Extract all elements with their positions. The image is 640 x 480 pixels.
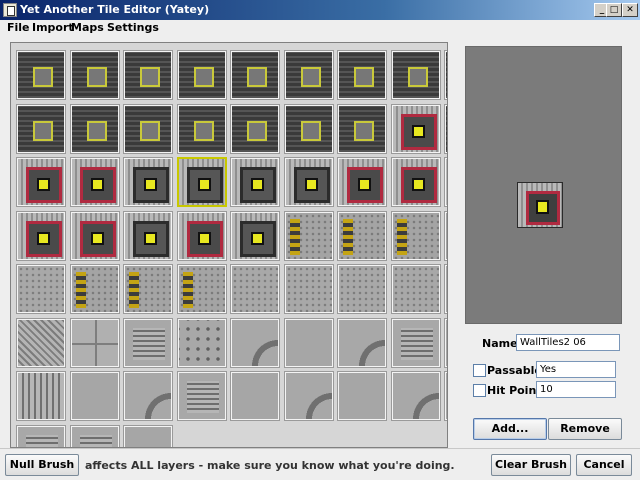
- tile[interactable]: [16, 157, 66, 207]
- tile[interactable]: [16, 211, 66, 261]
- tile[interactable]: [70, 425, 120, 447]
- tile[interactable]: [284, 318, 334, 368]
- tile[interactable]: [16, 318, 66, 368]
- menu-file[interactable]: File: [7, 21, 30, 34]
- tile[interactable]: [230, 50, 280, 100]
- tile[interactable]: [123, 157, 173, 207]
- tile[interactable]: [123, 371, 173, 421]
- menu-bar: File Import Maps Settings: [0, 20, 640, 36]
- maximize-button[interactable]: □: [606, 3, 622, 17]
- tile[interactable]: [337, 371, 387, 421]
- tile[interactable]: [444, 157, 447, 207]
- tile[interactable]: [16, 264, 66, 314]
- tile[interactable]: [177, 157, 227, 207]
- tile[interactable]: [123, 50, 173, 100]
- tile[interactable]: [444, 318, 447, 368]
- tile-palette[interactable]: [10, 42, 448, 448]
- name-field[interactable]: WallTiles2 06: [516, 334, 620, 351]
- tile[interactable]: [177, 318, 227, 368]
- tile[interactable]: [230, 211, 280, 261]
- tile[interactable]: [444, 371, 447, 421]
- bottom-bar: Null Brush affects ALL layers - make sur…: [0, 448, 640, 480]
- tile[interactable]: [230, 318, 280, 368]
- tile[interactable]: [391, 371, 441, 421]
- tile[interactable]: [391, 104, 441, 154]
- menu-settings[interactable]: Settings: [107, 21, 159, 34]
- tile[interactable]: [284, 157, 334, 207]
- hit-points-checkbox[interactable]: [473, 384, 486, 397]
- tile[interactable]: [284, 104, 334, 154]
- null-brush-button[interactable]: Null Brush: [5, 454, 79, 476]
- tile[interactable]: [337, 50, 387, 100]
- tile[interactable]: [70, 211, 120, 261]
- tile[interactable]: [391, 211, 441, 261]
- title-bar: Yet Another Tile Editor (Yatey) _ □ ✕: [0, 0, 640, 20]
- tile[interactable]: [70, 318, 120, 368]
- tile[interactable]: [70, 50, 120, 100]
- tile[interactable]: [70, 157, 120, 207]
- tile[interactable]: [123, 211, 173, 261]
- tile[interactable]: [391, 157, 441, 207]
- status-message: affects ALL layers - make sure you know …: [85, 459, 455, 472]
- tile[interactable]: [70, 104, 120, 154]
- window-title: Yet Another Tile Editor (Yatey): [20, 3, 210, 16]
- menu-import[interactable]: Import: [32, 21, 74, 34]
- add-button[interactable]: Add...: [473, 418, 547, 440]
- clear-brush-button[interactable]: Clear Brush: [491, 454, 571, 476]
- tile[interactable]: [337, 157, 387, 207]
- tile[interactable]: [337, 104, 387, 154]
- tile[interactable]: [230, 104, 280, 154]
- tile[interactable]: [177, 264, 227, 314]
- remove-button[interactable]: Remove: [548, 418, 622, 440]
- tile[interactable]: [16, 50, 66, 100]
- tile[interactable]: [230, 264, 280, 314]
- tile[interactable]: [444, 50, 447, 100]
- tile[interactable]: [123, 425, 173, 447]
- tile[interactable]: [337, 211, 387, 261]
- tile[interactable]: [230, 157, 280, 207]
- tile[interactable]: [284, 371, 334, 421]
- passable-checkbox[interactable]: [473, 364, 486, 377]
- tile[interactable]: [444, 264, 447, 314]
- tile[interactable]: [16, 371, 66, 421]
- tile[interactable]: [391, 318, 441, 368]
- tile[interactable]: [177, 104, 227, 154]
- tile[interactable]: [16, 425, 66, 447]
- tile[interactable]: [16, 104, 66, 154]
- tile[interactable]: [337, 318, 387, 368]
- tile[interactable]: [444, 211, 447, 261]
- tile-preview: [465, 46, 622, 324]
- tile[interactable]: [123, 318, 173, 368]
- tile[interactable]: [177, 371, 227, 421]
- tile[interactable]: [230, 371, 280, 421]
- menu-maps[interactable]: Maps: [71, 21, 104, 34]
- tile[interactable]: [177, 211, 227, 261]
- app-icon: [3, 3, 17, 17]
- tile[interactable]: [70, 371, 120, 421]
- tile[interactable]: [391, 264, 441, 314]
- hit-points-field[interactable]: 10: [536, 381, 616, 398]
- tile[interactable]: [444, 104, 447, 154]
- tile[interactable]: [284, 211, 334, 261]
- close-button[interactable]: ✕: [622, 3, 638, 17]
- tile[interactable]: [70, 264, 120, 314]
- passable-field[interactable]: Yes: [536, 361, 616, 378]
- cancel-button[interactable]: Cancel: [576, 454, 632, 476]
- tile[interactable]: [284, 264, 334, 314]
- tile[interactable]: [123, 104, 173, 154]
- preview-tile-image: [517, 182, 563, 228]
- tile[interactable]: [391, 50, 441, 100]
- tile[interactable]: [284, 50, 334, 100]
- tile[interactable]: [177, 50, 227, 100]
- tile[interactable]: [123, 264, 173, 314]
- tile[interactable]: [337, 264, 387, 314]
